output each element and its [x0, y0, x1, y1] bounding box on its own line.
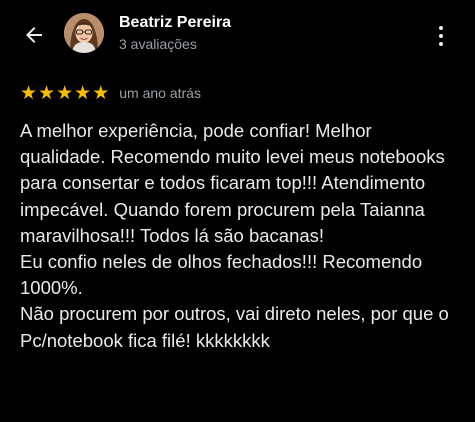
review-header: Beatriz Pereira 3 avaliações: [0, 0, 475, 70]
more-vertical-icon: [439, 26, 443, 30]
star-icon: ★: [74, 82, 92, 104]
arrow-left-icon: [26, 27, 42, 43]
review-text: A melhor experiência, pode confiar! Melh…: [20, 118, 460, 354]
more-options-button[interactable]: [430, 22, 452, 50]
star-icon: ★: [38, 82, 56, 104]
rating-row: ★ ★ ★ ★ ★ um ano atrás: [20, 82, 201, 104]
avatar[interactable]: [64, 13, 104, 53]
more-vertical-icon-dot: [439, 42, 443, 46]
review-paragraph: Não procurem por outros, vai direto nele…: [20, 303, 449, 351]
review-paragraph: A melhor experiência, pode confiar! Melh…: [20, 120, 445, 246]
user-photo-icon: [64, 13, 104, 53]
author-review-count: 3 avaliações: [119, 36, 197, 52]
star-icon: ★: [20, 82, 38, 104]
back-button[interactable]: [20, 21, 48, 49]
author-name[interactable]: Beatriz Pereira: [119, 14, 231, 32]
review-paragraph: Eu confio neles de olhos fechados!!! Rec…: [20, 251, 423, 299]
star-rating: ★ ★ ★ ★ ★: [20, 83, 109, 103]
more-vertical-icon-dot: [439, 34, 443, 38]
review-date: um ano atrás: [119, 85, 201, 101]
star-icon: ★: [92, 82, 110, 104]
star-icon: ★: [56, 82, 74, 104]
